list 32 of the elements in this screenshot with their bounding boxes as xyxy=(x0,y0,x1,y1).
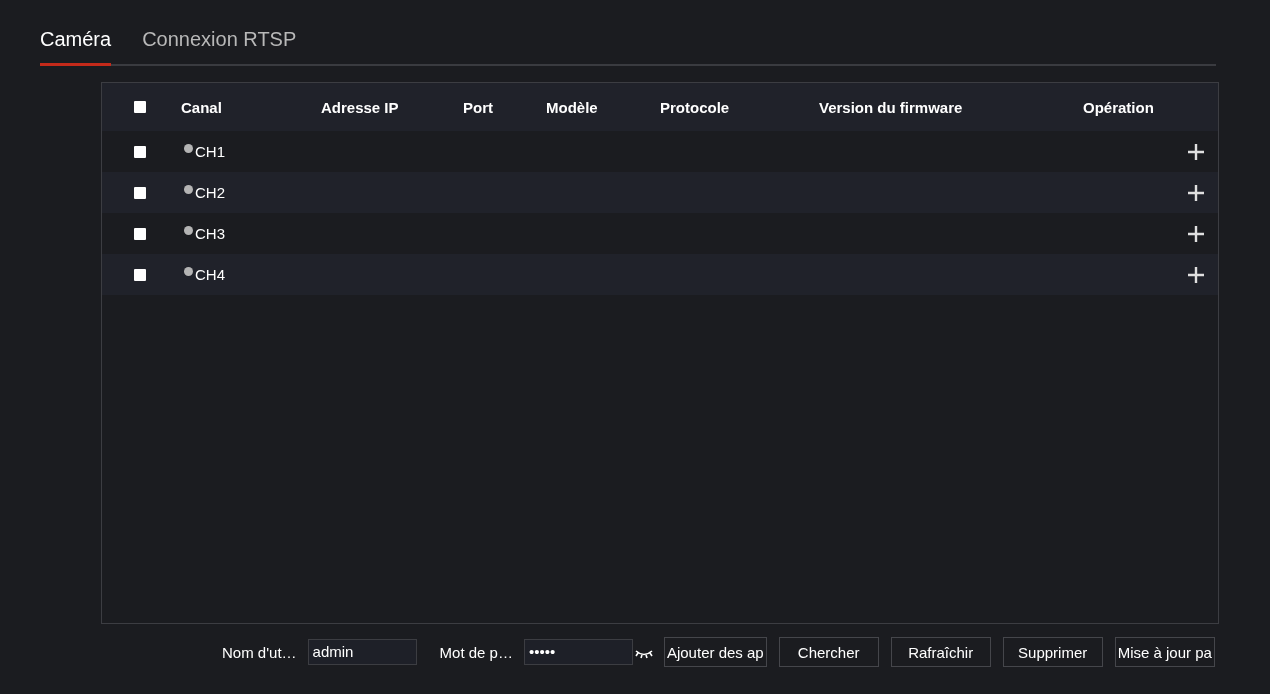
action-button[interactable]: Rafraîchir xyxy=(890,637,991,667)
column-header: Adresse IP xyxy=(321,98,399,116)
username-field[interactable]: admin xyxy=(307,639,417,665)
column-header: Version du firmware xyxy=(819,98,963,116)
add-icon[interactable] xyxy=(1187,224,1205,243)
row-checkbox[interactable] xyxy=(134,227,146,240)
closed-eye-icon[interactable] xyxy=(633,649,654,659)
column-header: Opération xyxy=(1083,98,1154,116)
column-header: Modèle xyxy=(546,98,598,116)
action-button[interactable]: Mise à jour pa xyxy=(1114,637,1215,667)
select-all-checkbox[interactable] xyxy=(134,101,146,113)
add-icon[interactable] xyxy=(1187,142,1205,161)
field-label: Nom d'ut… xyxy=(222,643,297,661)
action-button[interactable]: Ajouter des ap xyxy=(663,637,767,667)
table-cell: CH2 xyxy=(195,184,225,201)
table-cell: CH1 xyxy=(195,143,225,160)
tab[interactable]: Connexion RTSP xyxy=(142,26,297,66)
row-checkbox[interactable] xyxy=(134,268,146,281)
row-checkbox[interactable] xyxy=(134,186,146,199)
column-header: Port xyxy=(463,98,493,116)
column-header: Protocole xyxy=(660,98,730,116)
action-button[interactable]: Chercher xyxy=(778,637,879,667)
tab[interactable]: Caméra xyxy=(40,26,112,66)
table-cell: CH3 xyxy=(195,225,225,242)
field-label: Mot de p… xyxy=(439,643,513,661)
action-button[interactable]: Supprimer xyxy=(1002,637,1103,667)
add-icon[interactable] xyxy=(1187,183,1205,202)
column-header: Canal xyxy=(181,98,222,116)
row-checkbox[interactable] xyxy=(134,145,146,158)
table-cell: CH4 xyxy=(195,266,225,283)
add-icon[interactable] xyxy=(1187,265,1205,284)
password-field[interactable]: ••••• xyxy=(523,639,633,665)
